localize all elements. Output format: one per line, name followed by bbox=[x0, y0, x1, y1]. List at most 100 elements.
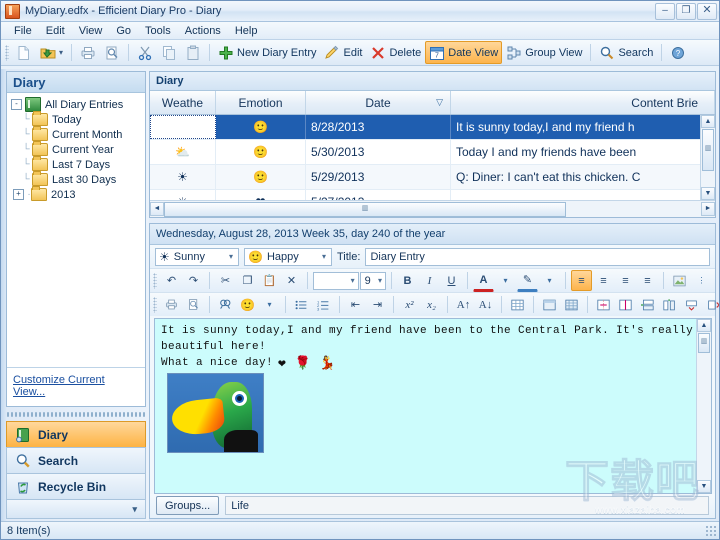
tree-expander-icon[interactable]: + bbox=[13, 189, 24, 200]
font-size-select[interactable]: 9 ▾ bbox=[360, 272, 386, 290]
cut-icon[interactable]: ✂ bbox=[215, 270, 236, 291]
tree-expander-icon[interactable]: - bbox=[11, 99, 22, 110]
content-scroll-track[interactable] bbox=[697, 354, 711, 480]
tree-node-current-year[interactable]: └ Current Year bbox=[11, 142, 145, 157]
highlight-color-icon[interactable]: ✎ bbox=[517, 269, 538, 292]
column-header-content-brief[interactable]: Content Brie bbox=[451, 91, 715, 114]
align-left-icon[interactable]: ≡ bbox=[571, 270, 592, 291]
diary-content-text[interactable]: It is sunny today,I and my friend have b… bbox=[155, 319, 711, 457]
resize-grip-icon[interactable] bbox=[705, 525, 717, 537]
table-row[interactable]: ☀ ❤ 5/27/2013 bbox=[150, 190, 715, 200]
toolbar-grip[interactable] bbox=[5, 45, 9, 61]
insert-emoticon-icon[interactable]: 🙂 bbox=[237, 294, 258, 315]
grid-vertical-scrollbar[interactable]: ▲ ▥ ▼ bbox=[700, 115, 715, 200]
emoticon-dropdown-icon[interactable]: ▾ bbox=[259, 294, 280, 315]
table-properties-icon[interactable] bbox=[539, 294, 560, 315]
menu-go[interactable]: Go bbox=[109, 24, 138, 38]
diary-content-area[interactable]: It is sunny today,I and my friend have b… bbox=[154, 318, 712, 494]
bullet-list-icon[interactable] bbox=[291, 294, 312, 315]
chevron-down-icon[interactable]: ▾ bbox=[319, 252, 329, 261]
menu-actions[interactable]: Actions bbox=[178, 24, 228, 38]
undo-icon[interactable]: ↶ bbox=[161, 270, 182, 291]
font-color-dropdown-icon[interactable]: ▾ bbox=[495, 270, 516, 291]
tree-node-today[interactable]: └ Today bbox=[11, 112, 145, 127]
align-center-icon[interactable]: ≡ bbox=[593, 270, 614, 291]
scroll-down-button[interactable]: ▼ bbox=[701, 187, 715, 200]
align-justify-icon[interactable]: ≡ bbox=[637, 270, 658, 291]
grid-horizontal-scrollbar[interactable]: ◄ ▥ ► bbox=[150, 200, 715, 217]
insert-column-icon[interactable] bbox=[659, 294, 680, 315]
groups-value-field[interactable]: Life bbox=[225, 496, 709, 515]
menu-file[interactable]: File bbox=[7, 24, 39, 38]
print-preview-icon[interactable] bbox=[183, 294, 204, 315]
content-scroll-up-button[interactable]: ▲ bbox=[697, 319, 711, 332]
format-toolbar-grip-2[interactable] bbox=[153, 297, 157, 313]
menu-view[interactable]: View bbox=[72, 24, 110, 38]
tree-node-current-month[interactable]: └ Current Month bbox=[11, 127, 145, 142]
highlight-color-dropdown-icon[interactable]: ▾ bbox=[539, 270, 560, 291]
chevron-down-icon[interactable]: ▾ bbox=[226, 252, 236, 261]
shrink-font-icon[interactable]: A↓ bbox=[475, 294, 496, 315]
copy-button[interactable] bbox=[157, 41, 181, 64]
vertical-scroll-track[interactable] bbox=[701, 172, 715, 187]
find-icon[interactable] bbox=[215, 294, 236, 315]
tree-node-last-7-days[interactable]: └ Last 7 Days bbox=[11, 157, 145, 172]
horizontal-scroll-thumb[interactable]: ▥ bbox=[164, 202, 566, 217]
column-header-weather[interactable]: Weathe bbox=[150, 91, 216, 114]
nav-button-recycle-bin[interactable]: Recycle Bin bbox=[6, 473, 146, 499]
print-preview-button[interactable] bbox=[100, 41, 124, 64]
open-dropdown-caret[interactable]: ▾ bbox=[59, 48, 63, 57]
sidebar-splitter-handle[interactable] bbox=[6, 410, 146, 419]
bold-icon[interactable]: B bbox=[397, 270, 418, 291]
content-scroll-down-button[interactable]: ▼ bbox=[697, 480, 711, 493]
column-header-date[interactable]: Date ▽ bbox=[306, 91, 451, 114]
maximize-button[interactable]: ❐ bbox=[676, 3, 696, 20]
close-button[interactable]: ✕ bbox=[697, 3, 717, 20]
scroll-right-button[interactable]: ► bbox=[701, 202, 715, 216]
help-button[interactable]: ? bbox=[666, 41, 690, 64]
underline-icon[interactable]: U bbox=[441, 270, 462, 291]
minimize-button[interactable]: – bbox=[655, 3, 675, 20]
content-scroll-thumb[interactable]: ▥ bbox=[698, 333, 710, 353]
groups-button[interactable]: Groups... bbox=[156, 496, 219, 515]
nav-button-search[interactable]: Search bbox=[6, 447, 146, 473]
toucan-photo[interactable] bbox=[167, 373, 264, 453]
chevron-down-icon[interactable]: ▾ bbox=[375, 276, 385, 285]
grow-font-icon[interactable]: A↑ bbox=[453, 294, 474, 315]
nav-more-button[interactable]: ▾ bbox=[6, 499, 146, 519]
table-grid-icon[interactable] bbox=[561, 294, 582, 315]
emotion-select[interactable]: 🙂 Happy ▾ bbox=[244, 248, 332, 266]
menu-edit[interactable]: Edit bbox=[39, 24, 72, 38]
decrease-indent-icon[interactable]: ⇤ bbox=[345, 294, 366, 315]
paste-icon[interactable]: 📋 bbox=[259, 270, 280, 291]
merge-cells-icon[interactable] bbox=[593, 294, 614, 315]
search-button[interactable]: Search bbox=[595, 41, 657, 64]
copy-icon[interactable]: ❐ bbox=[237, 270, 258, 291]
delete-row-icon[interactable] bbox=[681, 294, 702, 315]
tree-node-2013[interactable]: + · 2013 bbox=[11, 187, 145, 202]
insert-table-icon[interactable] bbox=[507, 294, 528, 315]
align-right-icon[interactable]: ≡ bbox=[615, 270, 636, 291]
paste-button[interactable] bbox=[181, 41, 205, 64]
table-row[interactable]: ⛅ 🙂 5/30/2013 Today I and my friends hav… bbox=[150, 140, 715, 165]
delete-column-icon[interactable] bbox=[703, 294, 720, 315]
insert-image-icon[interactable] bbox=[669, 270, 690, 291]
table-row[interactable]: ☀ 🙂 8/28/2013 It is sunny today,I and my… bbox=[150, 115, 715, 140]
redo-icon[interactable]: ↷ bbox=[183, 270, 204, 291]
italic-icon[interactable]: I bbox=[419, 270, 440, 291]
scroll-left-button[interactable]: ◄ bbox=[150, 202, 164, 216]
clear-formatting-icon[interactable]: ✕ bbox=[281, 270, 302, 291]
cut-button[interactable] bbox=[133, 41, 157, 64]
new-file-button[interactable] bbox=[12, 41, 36, 64]
open-file-button[interactable]: ▾ bbox=[36, 41, 67, 64]
customize-current-view-link[interactable]: Customize Current View... bbox=[13, 374, 105, 398]
weather-select[interactable]: ☀ Sunny ▾ bbox=[155, 248, 239, 266]
insert-row-icon[interactable] bbox=[637, 294, 658, 315]
superscript-icon[interactable]: x² bbox=[399, 294, 420, 315]
increase-indent-icon[interactable]: ⇥ bbox=[367, 294, 388, 315]
font-color-icon[interactable]: A bbox=[473, 269, 494, 292]
tree-node-all-diary-entries[interactable]: - All Diary Entries bbox=[11, 97, 145, 112]
format-toolbar-grip[interactable] bbox=[153, 273, 157, 289]
scroll-up-button[interactable]: ▲ bbox=[701, 115, 715, 128]
print-button[interactable] bbox=[76, 41, 100, 64]
